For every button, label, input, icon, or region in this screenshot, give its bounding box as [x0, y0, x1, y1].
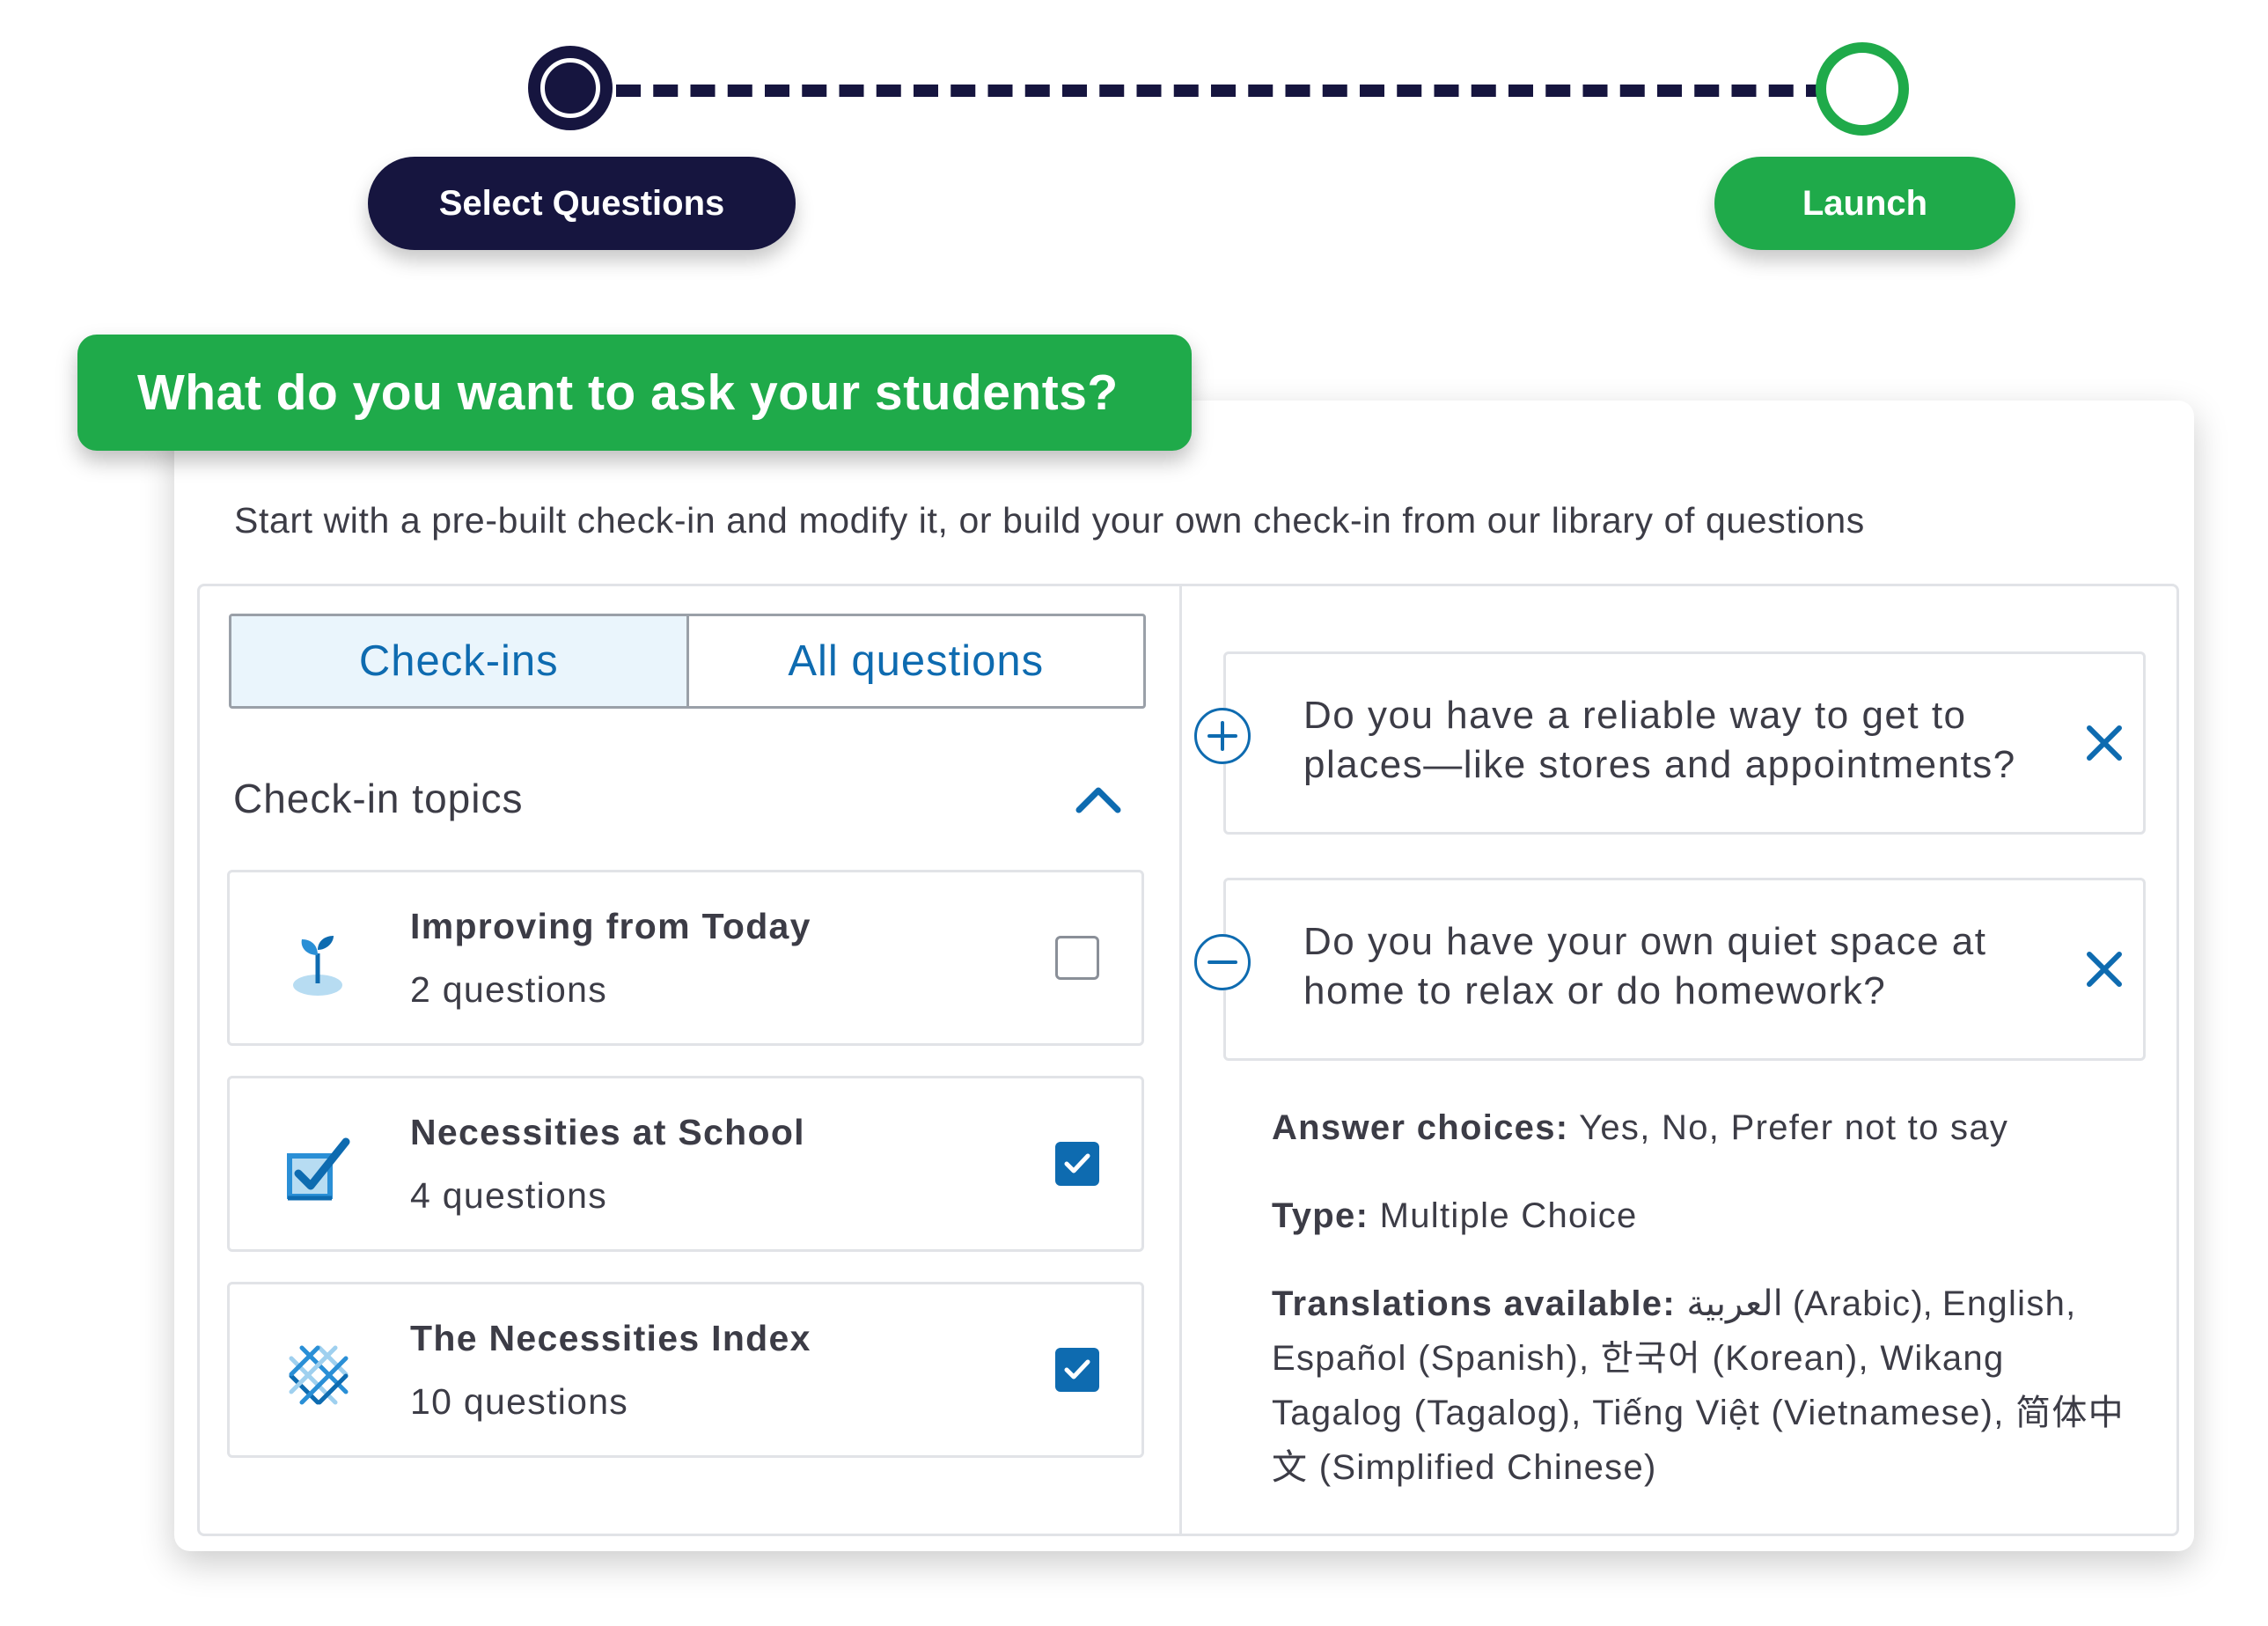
topic-card-necessities-at-school[interactable]: Necessities at School 4 questions: [227, 1076, 1144, 1252]
answer-choices-label: Answer choices:: [1272, 1108, 1569, 1147]
checked-box-icon: [287, 1137, 350, 1201]
checkmark-icon: [1064, 1153, 1090, 1174]
topic-name: Necessities at School: [410, 1112, 805, 1152]
topic-checkbox[interactable]: [1055, 1142, 1099, 1186]
close-icon[interactable]: [2084, 723, 2125, 763]
topic-card-the-necessities-index[interactable]: The Necessities Index 10 questions: [227, 1282, 1144, 1458]
stepper-connector: [616, 85, 1831, 97]
tab-check-ins[interactable]: Check-ins: [231, 616, 689, 706]
question-text: Do you have a reliable way to get to pla…: [1303, 694, 2016, 786]
crossed-lines-icon: [289, 1345, 349, 1405]
panel-divider: [1179, 584, 1182, 1536]
plus-icon: [1207, 721, 1237, 751]
topic-question-count: 2 questions: [410, 969, 608, 1010]
topic-name: Improving from Today: [410, 906, 811, 946]
answer-choices-value: Yes, No, Prefer not to say: [1568, 1108, 2009, 1147]
checkmark-icon: [1064, 1359, 1090, 1380]
question-card[interactable]: Do you have your own quiet space at home…: [1223, 878, 2146, 1061]
answer-choices: Answer choices: Yes, No, Prefer not to s…: [1272, 1100, 2008, 1155]
translations-label: Translations available:: [1272, 1284, 1676, 1323]
topic-card-improving-from-today[interactable]: Improving from Today 2 questions: [227, 870, 1144, 1046]
tab-all-questions[interactable]: All questions: [686, 616, 1144, 706]
topic-question-count: 10 questions: [410, 1381, 629, 1422]
tab-bar: Check-ins All questions: [229, 614, 1146, 709]
sprout-icon: [293, 936, 342, 996]
topic-checkbox[interactable]: [1055, 1348, 1099, 1392]
question-type: Type: Multiple Choice: [1272, 1188, 1638, 1243]
step-launch-indicator: [1816, 42, 1909, 136]
step-select-questions-indicator: [528, 46, 613, 130]
question-type-label: Type:: [1272, 1196, 1369, 1235]
page-title: What do you want to ask your students?: [77, 335, 1192, 451]
chevron-up-icon[interactable]: [1074, 784, 1123, 815]
check-in-topics-heading: Check-in topics: [233, 776, 524, 821]
question-text: Do you have your own quiet space at home…: [1303, 920, 1987, 1012]
intro-text: Start with a pre-built check-in and modi…: [234, 500, 1865, 541]
topic-question-count: 4 questions: [410, 1175, 608, 1216]
translations-available: Translations available: العربية (Arabic)…: [1272, 1277, 2143, 1495]
question-card[interactable]: Do you have a reliable way to get to pla…: [1223, 651, 2146, 835]
topic-checkbox[interactable]: [1055, 936, 1099, 980]
step-launch-button[interactable]: Launch: [1714, 157, 2015, 250]
topic-name: The Necessities Index: [410, 1318, 811, 1358]
step-select-questions-button[interactable]: Select Questions: [368, 157, 796, 250]
close-icon[interactable]: [2084, 949, 2125, 990]
collapse-question-button[interactable]: [1194, 934, 1251, 990]
minus-icon: [1207, 960, 1237, 964]
expand-question-button[interactable]: [1194, 708, 1251, 764]
question-type-value: Multiple Choice: [1369, 1196, 1638, 1235]
